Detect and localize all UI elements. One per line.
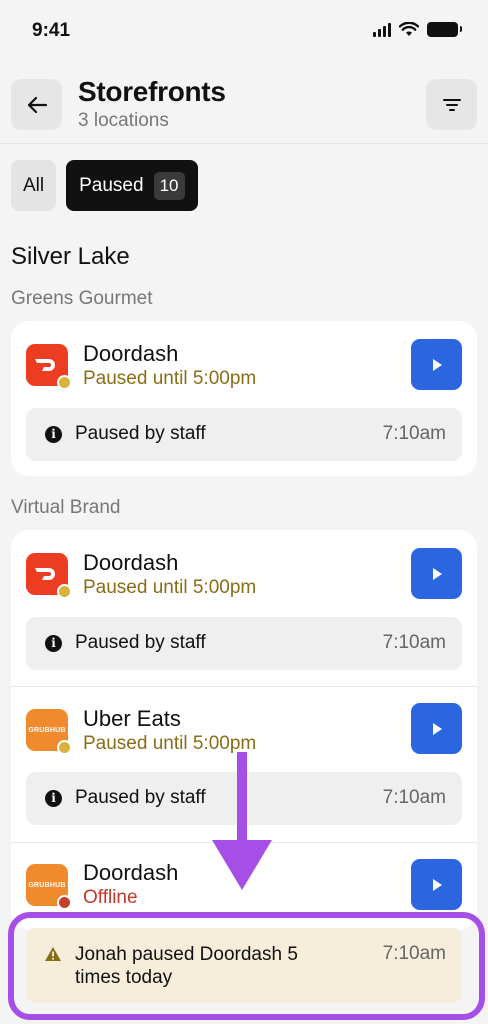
storefront-status: Paused until 5:00pm bbox=[83, 368, 257, 389]
location-title: Silver Lake bbox=[11, 243, 130, 270]
page-title: Storefronts bbox=[78, 76, 226, 107]
resume-button[interactable] bbox=[411, 859, 462, 910]
alert-text: Jonah paused Doordash 5 times today bbox=[75, 944, 298, 988]
play-icon bbox=[432, 567, 442, 580]
filter-icon bbox=[442, 98, 461, 111]
storefront-entry: GRUBHUB Doordash Offline bbox=[11, 843, 477, 930]
status-time: 9:41 bbox=[32, 20, 71, 41]
status-dot bbox=[57, 740, 72, 755]
pause-note: i Paused by staff 7:10am bbox=[26, 408, 462, 461]
storefront-entry: Doordash Paused until 5:00pm i Paused by… bbox=[11, 321, 477, 476]
storefront-status: Paused until 5:00pm bbox=[83, 577, 257, 598]
doordash-icon bbox=[35, 568, 55, 580]
storefront-card: Doordash Paused until 5:00pm i Paused by… bbox=[11, 321, 477, 476]
wifi-icon bbox=[399, 22, 419, 36]
tab-label: Paused bbox=[79, 174, 144, 196]
pause-note-text: Paused by staff bbox=[75, 787, 206, 808]
pause-note-text: Paused by staff bbox=[75, 423, 206, 444]
header: Storefronts 3 locations bbox=[0, 76, 488, 144]
pause-note-time: 7:10am bbox=[382, 423, 446, 444]
resume-button[interactable] bbox=[411, 339, 462, 390]
status-bar: 9:41 bbox=[0, 0, 488, 60]
battery-icon bbox=[427, 22, 462, 37]
arrow-left-icon bbox=[27, 96, 47, 113]
storefront-name: Doordash bbox=[83, 860, 179, 885]
back-button[interactable] bbox=[11, 79, 62, 130]
pause-note-time: 7:10am bbox=[382, 632, 446, 653]
storefront-card: Doordash Paused until 5:00pm i Paused by… bbox=[11, 530, 477, 930]
play-icon bbox=[432, 878, 442, 891]
pause-note: i Paused by staff 7:10am bbox=[26, 617, 462, 670]
resume-button[interactable] bbox=[411, 703, 462, 754]
warning-icon bbox=[45, 947, 61, 961]
pause-note: i Paused by staff 7:10am bbox=[26, 772, 462, 825]
info-icon: i bbox=[45, 635, 62, 652]
info-icon: i bbox=[45, 790, 62, 807]
page-subtitle: 3 locations bbox=[78, 110, 169, 131]
status-dot bbox=[57, 375, 72, 390]
alert-time: 7:10am bbox=[382, 943, 446, 964]
group-label: Greens Gourmet bbox=[11, 288, 153, 309]
group-label: Virtual Brand bbox=[11, 497, 121, 518]
status-dot bbox=[57, 895, 72, 910]
status-icons bbox=[373, 22, 462, 37]
storefront-status: Paused until 5:00pm bbox=[83, 733, 257, 754]
tab-paused[interactable]: Paused 10 bbox=[66, 160, 198, 211]
info-icon: i bbox=[45, 426, 62, 443]
tab-all[interactable]: All bbox=[11, 160, 57, 211]
status-dot bbox=[57, 584, 72, 599]
tab-count-badge: 10 bbox=[153, 171, 185, 200]
pause-note-time: 7:10am bbox=[382, 787, 446, 808]
storefront-entry: Doordash Paused until 5:00pm i Paused by… bbox=[11, 530, 477, 686]
cellular-signal-icon bbox=[373, 22, 391, 37]
pause-note-text: Paused by staff bbox=[75, 632, 206, 653]
resume-button[interactable] bbox=[411, 548, 462, 599]
storefront-name: Doordash bbox=[83, 341, 179, 366]
storefront-name: Doordash bbox=[83, 550, 179, 575]
filter-button[interactable] bbox=[426, 79, 477, 130]
storefront-name: Uber Eats bbox=[83, 706, 181, 731]
doordash-icon bbox=[35, 359, 55, 371]
storefront-status: Offline bbox=[83, 887, 138, 908]
play-icon bbox=[432, 722, 442, 735]
filter-tabs: All Paused 10 bbox=[11, 160, 198, 211]
play-icon bbox=[432, 358, 442, 371]
repeat-pause-alert: Jonah paused Doordash 5 times today 7:10… bbox=[26, 928, 462, 1003]
storefront-entry: GRUBHUB Uber Eats Paused until 5:00pm i … bbox=[11, 687, 477, 842]
tab-label: All bbox=[23, 174, 45, 196]
